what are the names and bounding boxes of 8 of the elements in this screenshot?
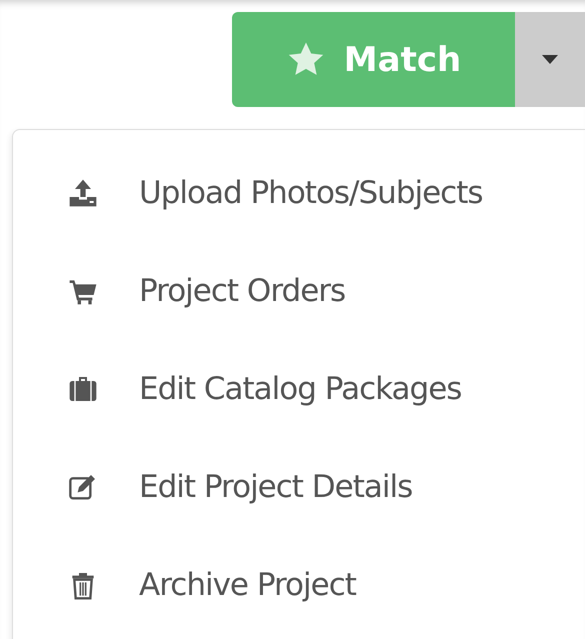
menu-item[interactable]: Archive Project (13, 536, 585, 634)
menu-item[interactable]: Edit Catalog Packages (13, 340, 585, 438)
upload-icon (67, 177, 99, 209)
caret-icon (542, 55, 558, 64)
menu-item[interactable]: Project Orders (13, 242, 585, 340)
menu-item[interactable]: Edit Project Details (13, 438, 585, 536)
dropdown-toggle[interactable] (515, 12, 585, 107)
menu-item[interactable]: Upload Photos/Subjects (13, 144, 585, 242)
